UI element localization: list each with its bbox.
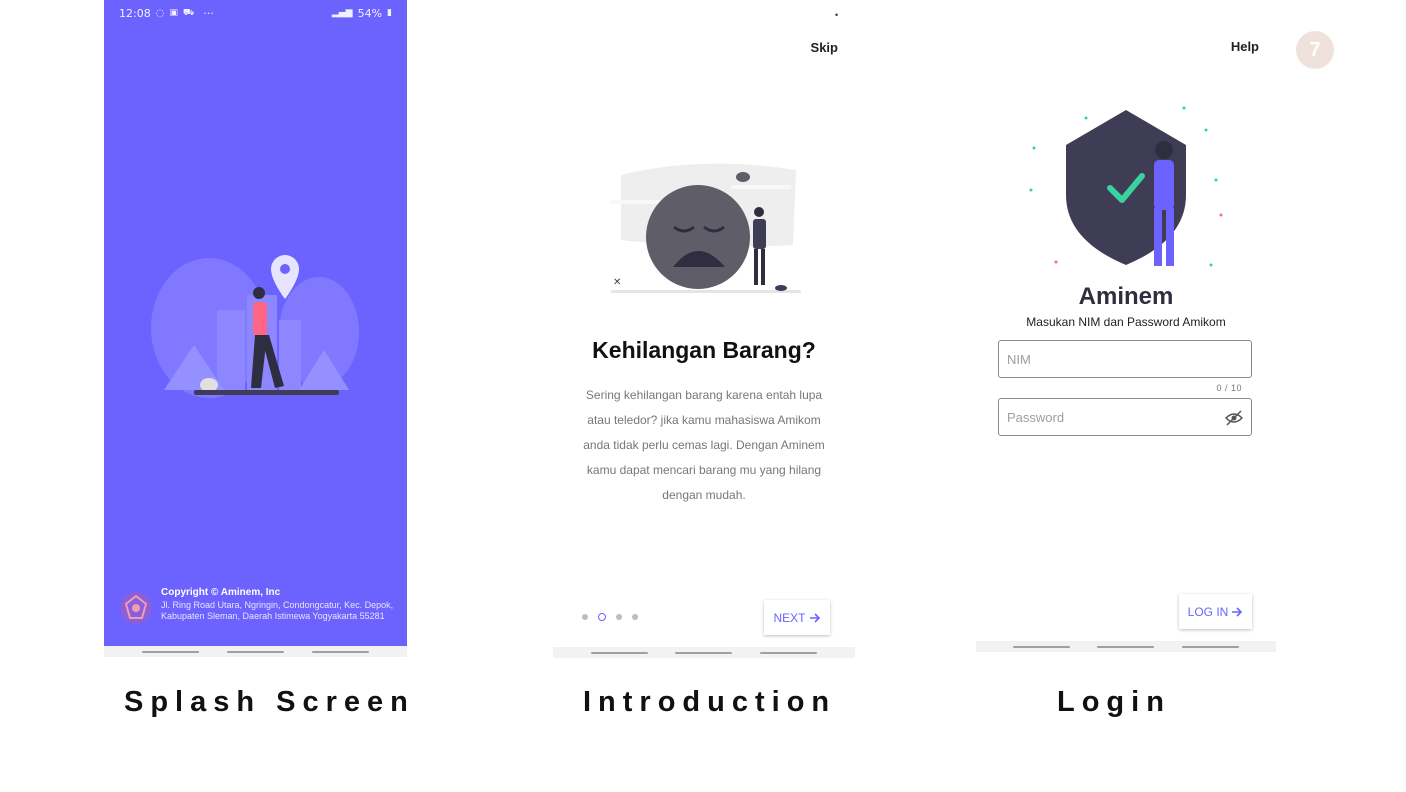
- caption-introduction: Introduction: [583, 686, 837, 718]
- nim-input[interactable]: [999, 341, 1207, 377]
- car-icon: ⛟: [182, 7, 195, 18]
- nav-back-button[interactable]: [312, 651, 369, 653]
- whatsapp-icon: ◌: [155, 7, 165, 19]
- sad-face-illustration: ✕: [611, 163, 801, 293]
- arrow-right-icon: [1232, 606, 1243, 617]
- page-dot[interactable]: [582, 614, 588, 620]
- nav-bar: [976, 641, 1276, 652]
- status-dot-icon: •: [835, 10, 839, 20]
- nav-back-button[interactable]: [1182, 646, 1239, 648]
- nav-recent-button[interactable]: [142, 651, 199, 653]
- caption-login: Login: [1057, 686, 1171, 718]
- battery-icon: ▮: [387, 8, 392, 18]
- app-logo: [120, 592, 152, 624]
- page-indicator: [582, 613, 638, 621]
- next-label: NEXT: [773, 610, 806, 625]
- arrow-right-icon: [809, 612, 820, 623]
- next-button[interactable]: NEXT: [764, 600, 830, 635]
- app-name: Aminem: [1078, 283, 1174, 310]
- svg-text:✕: ✕: [613, 277, 621, 288]
- signal-icon: ▂▄▆: [331, 8, 353, 18]
- intro-title: Kehilangan Barang?: [592, 337, 816, 363]
- skip-button[interactable]: Skip: [811, 40, 838, 55]
- gallery-icon: ▣: [169, 8, 178, 18]
- nav-home-button[interactable]: [675, 652, 732, 654]
- password-input[interactable]: [999, 399, 1207, 435]
- page-number-badge: 7: [1296, 31, 1334, 69]
- battery-percent: 54%: [357, 6, 383, 20]
- page-dot[interactable]: [632, 614, 638, 620]
- help-button[interactable]: Help: [1231, 39, 1259, 54]
- nim-field: [998, 340, 1252, 378]
- nav-recent-button[interactable]: [591, 652, 648, 654]
- nav-bar: [553, 647, 855, 658]
- nav-home-button[interactable]: [1097, 646, 1154, 648]
- login-subtitle: Masukan NIM dan Password Amikom: [1026, 315, 1226, 329]
- address-text: Jl. Ring Road Utara, Ngringin, Condongca…: [161, 600, 394, 621]
- nav-home-button[interactable]: [227, 651, 284, 653]
- nav-bar: [104, 646, 407, 657]
- status-time: 12:08: [119, 6, 151, 20]
- status-bar: 12:08 ◌ ▣ ⛟ ··· ▂▄▆ 54% ▮: [119, 6, 392, 20]
- intro-description: Sering kehilangan barang karena entah lu…: [583, 388, 825, 502]
- password-field: [998, 398, 1252, 436]
- copyright-text: Copyright © Aminem, Inc: [161, 587, 281, 598]
- login-screen-phone: Help Aminem Masukan NIM dan Password Ami…: [976, 0, 1276, 652]
- introduction-screen-phone: • Skip ✕ Kehilangan Barang? Sering kehil…: [553, 0, 855, 658]
- shield-security-illustration: [1029, 106, 1223, 267]
- nav-back-button[interactable]: [760, 652, 817, 654]
- page-dot-active[interactable]: [598, 613, 606, 621]
- walking-girl-illustration: [151, 255, 359, 398]
- login-button[interactable]: LOG IN: [1179, 594, 1252, 629]
- nim-counter: 0 / 10: [1216, 383, 1242, 393]
- caption-splash: Splash Screen: [124, 686, 415, 718]
- nav-recent-button[interactable]: [1013, 646, 1070, 648]
- status-more: ···: [203, 6, 214, 20]
- login-label: LOG IN: [1187, 604, 1229, 619]
- page-dot[interactable]: [616, 614, 622, 620]
- eye-off-icon[interactable]: [1225, 410, 1243, 426]
- splash-screen-phone: 12:08 ◌ ▣ ⛟ ··· ▂▄▆ 54% ▮ Copyright © Am…: [104, 0, 407, 646]
